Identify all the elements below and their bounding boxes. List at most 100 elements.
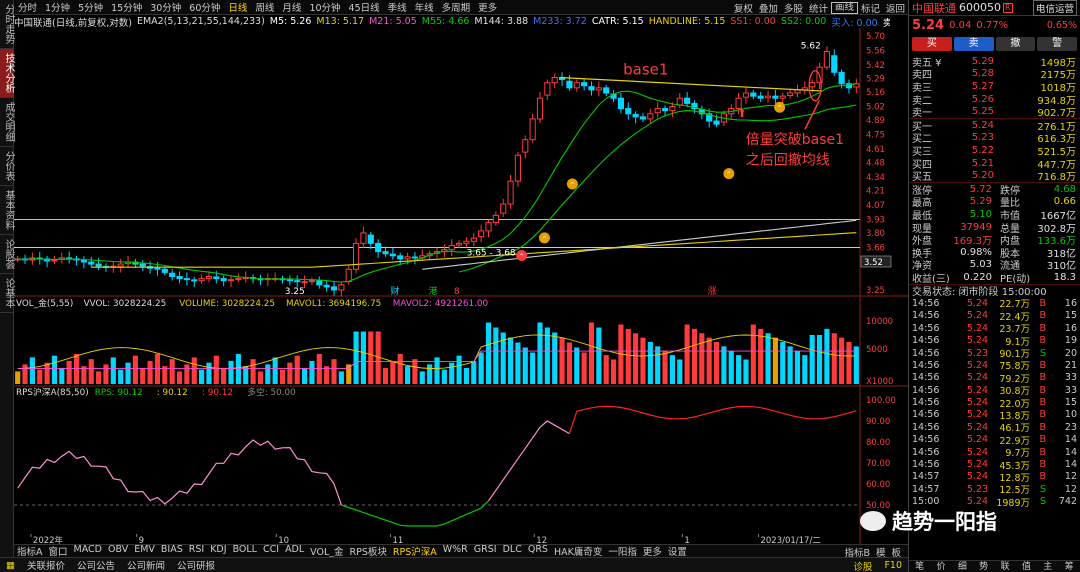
- candle-body: [176, 276, 183, 280]
- period-button[interactable]: 1分钟: [41, 0, 74, 14]
- period-button[interactable]: 多周期: [438, 0, 475, 14]
- candle-body: [595, 87, 602, 91]
- indicator-tab[interactable]: 设置: [665, 544, 690, 558]
- chart-tool-button[interactable]: 多股: [781, 1, 806, 15]
- indicator-tab[interactable]: RSI: [186, 544, 207, 558]
- panel-bottom-tab[interactable]: 价: [930, 561, 951, 572]
- indicator-tab[interactable]: EMV: [131, 544, 158, 558]
- status-right-link[interactable]: F10: [878, 560, 908, 571]
- indicator-tab[interactable]: ADL: [282, 544, 307, 558]
- tick-direction: B: [1039, 434, 1046, 446]
- indicator-tab[interactable]: RPS沪深A: [390, 544, 440, 558]
- candle-body: [536, 97, 544, 120]
- tick-time: 15:00: [912, 496, 940, 508]
- tick-price: 5.23: [966, 347, 988, 359]
- period-button[interactable]: 60分钟: [185, 0, 224, 14]
- tick-count: 19: [1064, 335, 1077, 347]
- candle-body: [463, 240, 470, 244]
- kline-chart[interactable]: 5.70 5.56 5.42 5.29 5.16 5.02 4.89 4.75 4.61 4.48…: [14, 28, 908, 544]
- indicator-tab[interactable]: MACD: [71, 544, 105, 558]
- tick-time: 14:56: [912, 459, 940, 471]
- period-button[interactable]: 更多: [474, 0, 501, 14]
- sidebar-tab[interactable]: 分时走势: [0, 0, 14, 49]
- chart-tools: 复权 叠加 多股 统计 画线 标记 返回: [731, 0, 908, 15]
- status-link[interactable]: 关联报价: [21, 558, 71, 572]
- volume-bar: [780, 342, 786, 384]
- sidebar-tab[interactable]: 论股荟: [0, 235, 14, 274]
- period-button[interactable]: 15分钟: [107, 0, 146, 14]
- sidebar-tab[interactable]: 论基本: [0, 274, 14, 313]
- price-axis-label: 3.66: [866, 243, 885, 253]
- sidebar-tab[interactable]: 分价表: [0, 147, 14, 186]
- trade-tick-row: 14:56 5.24 22.0万 B 15: [909, 396, 1080, 410]
- alert-button[interactable]: 警: [1037, 37, 1077, 51]
- sidebar-tab[interactable]: 技术分析: [0, 49, 14, 98]
- volume-bar: [507, 337, 514, 384]
- sector-change-pct: 0.65%: [1046, 19, 1077, 31]
- chart-tool-button[interactable]: 画线: [830, 1, 858, 14]
- indicator-tab[interactable]: 窗口: [46, 544, 71, 558]
- candle-body: [647, 113, 654, 120]
- sector-label[interactable]: 电信运营: [1032, 0, 1077, 16]
- volume-bar: [677, 359, 683, 384]
- chart-tool-button[interactable]: 叠加: [756, 1, 781, 15]
- chart-tool-button[interactable]: 返回: [883, 1, 908, 15]
- indicator-tab[interactable]: OBV: [105, 544, 131, 558]
- indicator-tab[interactable]: GRSI: [471, 544, 500, 558]
- sidebar-tab[interactable]: 成交明细: [0, 98, 14, 147]
- status-link[interactable]: 公司研报: [171, 558, 221, 572]
- book-price: 5.27: [971, 80, 994, 92]
- panel-bottom-tab[interactable]: 主: [1037, 561, 1058, 572]
- period-button[interactable]: 分时: [14, 0, 41, 14]
- indicator-tab[interactable]: CCI: [260, 544, 282, 558]
- volume-bar: [655, 346, 661, 384]
- cancel-order-button[interactable]: 撤: [995, 37, 1036, 51]
- indicator-tab[interactable]: HAK庸奇变: [551, 544, 605, 558]
- book-row[interactable]: 卖一 5.25 902.7万: [909, 105, 1080, 119]
- status-link[interactable]: 公司新闻: [121, 558, 171, 572]
- chart-tool-button[interactable]: 标记: [858, 1, 883, 15]
- up-arrow-icon: ⬆: [737, 107, 746, 120]
- indicator-tab[interactable]: RPS板块: [347, 544, 390, 558]
- period-button[interactable]: 周线: [251, 0, 278, 14]
- panel-bottom-tab[interactable]: 值: [1016, 561, 1037, 572]
- panel-bottom-tab[interactable]: 势: [973, 561, 994, 572]
- indicator-tab[interactable]: 一阳指: [605, 544, 640, 558]
- indicator-tab[interactable]: KDJ: [207, 544, 229, 558]
- period-button[interactable]: 年线: [411, 0, 438, 14]
- grid-icon[interactable]: ▦: [0, 560, 21, 571]
- indicator-tab[interactable]: DLC: [500, 544, 525, 558]
- sell-button[interactable]: 卖: [953, 37, 994, 51]
- period-button[interactable]: 月线: [278, 0, 305, 14]
- tick-price: 5.24: [966, 434, 988, 446]
- indicator-tab[interactable]: BOLL: [230, 544, 260, 558]
- chart-tool-button[interactable]: 复权: [731, 1, 756, 15]
- indicator-tab[interactable]: QRS: [525, 544, 551, 558]
- period-button[interactable]: 季线: [384, 0, 411, 14]
- indicator-tab[interactable]: 指标A: [14, 544, 46, 558]
- period-button[interactable]: 30分钟: [146, 0, 185, 14]
- panel-bottom-tab[interactable]: 联: [995, 561, 1016, 572]
- volume-bar: [471, 360, 477, 384]
- chart-tool-button[interactable]: 统计: [806, 1, 831, 15]
- trade-tick-row: 14:56 5.24 79.2万 B 33: [909, 372, 1080, 385]
- sidebar-tab[interactable]: 基本资料: [0, 186, 14, 235]
- status-right-link[interactable]: 诊股: [847, 559, 878, 572]
- buy-button[interactable]: 买: [912, 37, 952, 51]
- indicator-tab[interactable]: W%R: [440, 544, 471, 558]
- volume-bar: [478, 352, 484, 384]
- indicator-tab[interactable]: VOL_金: [307, 544, 346, 558]
- period-button[interactable]: 日线: [224, 0, 251, 14]
- panel-bottom-tab[interactable]: 细: [952, 561, 973, 572]
- candle-body: [323, 284, 330, 288]
- period-button[interactable]: 45日线: [345, 0, 384, 14]
- period-button[interactable]: 5分钟: [74, 0, 107, 14]
- panel-bottom-tab[interactable]: 筹: [1059, 561, 1080, 572]
- panel-bottom-tab[interactable]: 笔: [909, 561, 930, 572]
- indicator-tab[interactable]: 更多: [640, 544, 665, 558]
- status-link[interactable]: 公司公告: [71, 558, 121, 572]
- indicator-tab[interactable]: BIAS: [158, 544, 186, 558]
- period-button[interactable]: 10分钟: [305, 0, 344, 14]
- volume-axis-label: 10000: [866, 317, 893, 327]
- book-row[interactable]: 买五 5.20 716.8万: [909, 169, 1080, 183]
